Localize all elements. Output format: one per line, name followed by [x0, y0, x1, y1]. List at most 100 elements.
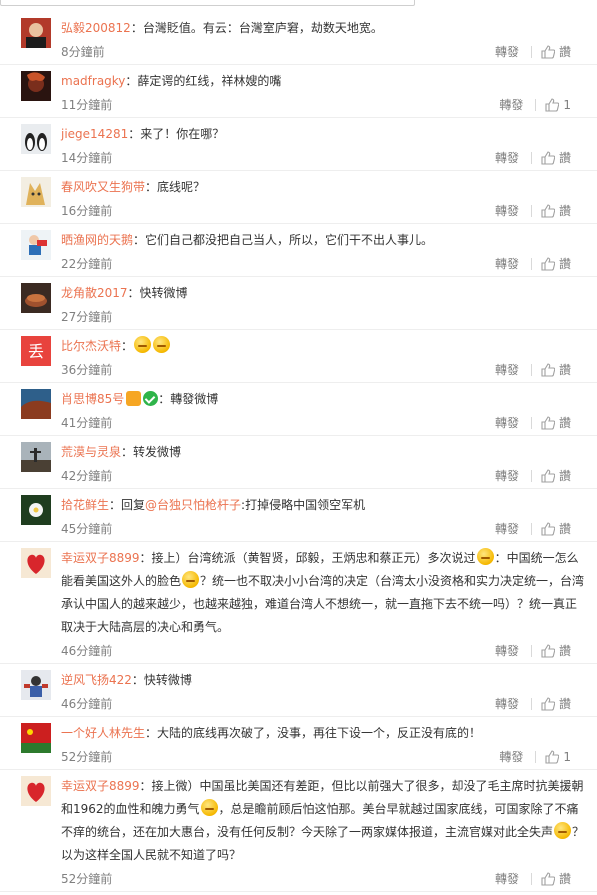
- like-button[interactable]: 讚: [541, 40, 571, 64]
- avatar[interactable]: [21, 389, 51, 419]
- username-link[interactable]: 弘毅200812: [61, 21, 131, 35]
- comment-text: :打掉侵略中国领空军机: [241, 498, 366, 512]
- comment-text: ：轉發微博: [158, 392, 219, 406]
- like-count: 讚: [558, 469, 571, 483]
- repost-button[interactable]: 轉發: [495, 252, 519, 276]
- comment-item: 春风吹又生狗带：底线呢？ 16分鐘前 轉發 讚: [0, 171, 597, 224]
- like-count: 1: [563, 98, 571, 112]
- avatar[interactable]: [21, 442, 51, 472]
- avatar[interactable]: [21, 124, 51, 154]
- divider: [530, 152, 532, 164]
- like-count: 讚: [558, 151, 571, 165]
- repost-button[interactable]: 轉發: [495, 40, 519, 64]
- username-link[interactable]: 龙角散2017: [61, 286, 128, 300]
- avatar[interactable]: [21, 670, 51, 700]
- divider: [530, 417, 532, 429]
- avatar[interactable]: [21, 71, 51, 101]
- divider: [535, 751, 537, 763]
- reply-input[interactable]: [0, 0, 415, 6]
- like-button[interactable]: 1: [545, 93, 571, 117]
- like-count: 讚: [558, 257, 571, 271]
- comment-time: 8分鐘前: [61, 45, 105, 59]
- avatar[interactable]: [21, 548, 51, 578]
- comment-time: 45分鐘前: [61, 522, 113, 536]
- username-link[interactable]: 肖思博85号: [61, 392, 124, 406]
- divider: [530, 470, 532, 482]
- repost-button[interactable]: 轉發: [495, 358, 519, 382]
- repost-button[interactable]: 轉發: [495, 517, 519, 541]
- username-link[interactable]: 一个好人林先生: [61, 726, 145, 740]
- comment-item: 龙角散2017：快转微博 27分鐘前: [0, 277, 597, 330]
- comment-time: 52分鐘前: [61, 750, 113, 764]
- divider: [530, 258, 532, 270]
- mention-link[interactable]: @台独只怕枪杆子: [145, 498, 241, 512]
- comment-item: 弘毅200812：台灣貶值。有云：台灣室庐窘，劫数天地宽。 8分鐘前 轉發 讚: [0, 12, 597, 65]
- repost-button[interactable]: 轉發: [495, 867, 519, 891]
- verified-badge-icon: [143, 391, 159, 406]
- avatar[interactable]: [21, 283, 51, 313]
- comment-time: 42分鐘前: [61, 469, 113, 483]
- repost-button[interactable]: 轉發: [499, 93, 523, 117]
- thumbs-up-emoji-icon: [476, 548, 494, 565]
- username-link[interactable]: jiege14281: [61, 127, 128, 141]
- like-button[interactable]: 1: [545, 745, 571, 769]
- username-link[interactable]: 比尔杰沃特: [61, 339, 121, 353]
- repost-button[interactable]: 轉發: [499, 745, 523, 769]
- repost-button[interactable]: 轉發: [495, 146, 519, 170]
- divider: [530, 873, 532, 885]
- like-button[interactable]: 讚: [541, 517, 571, 541]
- username-link[interactable]: 荒漠与灵泉: [61, 445, 121, 459]
- avatar[interactable]: [21, 776, 51, 806]
- like-count: 讚: [558, 416, 571, 430]
- username-link[interactable]: 逆风飞扬422: [61, 673, 132, 687]
- comment-time: 27分鐘前: [61, 310, 113, 324]
- like-button[interactable]: 讚: [541, 146, 571, 170]
- thumbs-up-icon: [541, 45, 555, 59]
- avatar[interactable]: 丢: [21, 336, 51, 366]
- like-count: 1: [563, 750, 571, 764]
- comment-text: ：薛定谔的红线，祥林嫂的嘴: [125, 74, 282, 88]
- divider: [530, 698, 532, 710]
- avatar[interactable]: [21, 495, 51, 525]
- like-button[interactable]: 讚: [541, 692, 571, 716]
- avatar[interactable]: [21, 18, 51, 48]
- comment-item: 幸运双子8899：接上微）中国虽比美国还有差距，但比以前强大了很多，却没了毛主席…: [0, 770, 597, 892]
- like-button[interactable]: 讚: [541, 867, 571, 891]
- repost-button[interactable]: 轉發: [495, 639, 519, 663]
- comment-time: 14分鐘前: [61, 151, 113, 165]
- like-button[interactable]: 讚: [541, 358, 571, 382]
- like-button[interactable]: 讚: [541, 411, 571, 435]
- comment-text: ：来了！你在哪？: [128, 127, 225, 141]
- like-count: 讚: [558, 697, 571, 711]
- comment-time: 41分鐘前: [61, 416, 113, 430]
- repost-button[interactable]: 轉發: [495, 464, 519, 488]
- like-count: 讚: [558, 363, 571, 377]
- thumbs-up-icon: [541, 522, 555, 536]
- thumbs-up-icon: [541, 416, 555, 430]
- like-count: 讚: [558, 45, 571, 59]
- avatar[interactable]: [21, 230, 51, 260]
- emoji-icon: [134, 336, 152, 353]
- divider: [535, 99, 537, 111]
- like-button[interactable]: 讚: [541, 464, 571, 488]
- comment-text: ：它们自己都没把自己当人，所以，它们干不出人事儿。: [133, 233, 434, 247]
- repost-button[interactable]: 轉發: [495, 692, 519, 716]
- avatar[interactable]: [21, 177, 51, 207]
- avatar[interactable]: [21, 723, 51, 753]
- username-link[interactable]: 幸运双子8899: [61, 779, 140, 793]
- username-link[interactable]: 拾花鲜生: [61, 498, 109, 512]
- like-button[interactable]: 讚: [541, 639, 571, 663]
- thumbs-up-icon: [541, 469, 555, 483]
- like-button[interactable]: 讚: [541, 199, 571, 223]
- repost-button[interactable]: 轉發: [495, 411, 519, 435]
- username-link[interactable]: 晒渔网的天鹅: [61, 233, 133, 247]
- like-button[interactable]: 讚: [541, 252, 571, 276]
- comment-text: ：转发微博: [121, 445, 182, 459]
- username-link[interactable]: 春风吹又生狗带: [61, 180, 145, 194]
- comment-time: 16分鐘前: [61, 204, 113, 218]
- repost-button[interactable]: 轉發: [495, 199, 519, 223]
- username-link[interactable]: 幸运双子8899: [61, 551, 140, 565]
- username-link[interactable]: madfragky: [61, 74, 125, 88]
- vip-badge-icon: [126, 391, 142, 406]
- comment-time: 11分鐘前: [61, 98, 113, 112]
